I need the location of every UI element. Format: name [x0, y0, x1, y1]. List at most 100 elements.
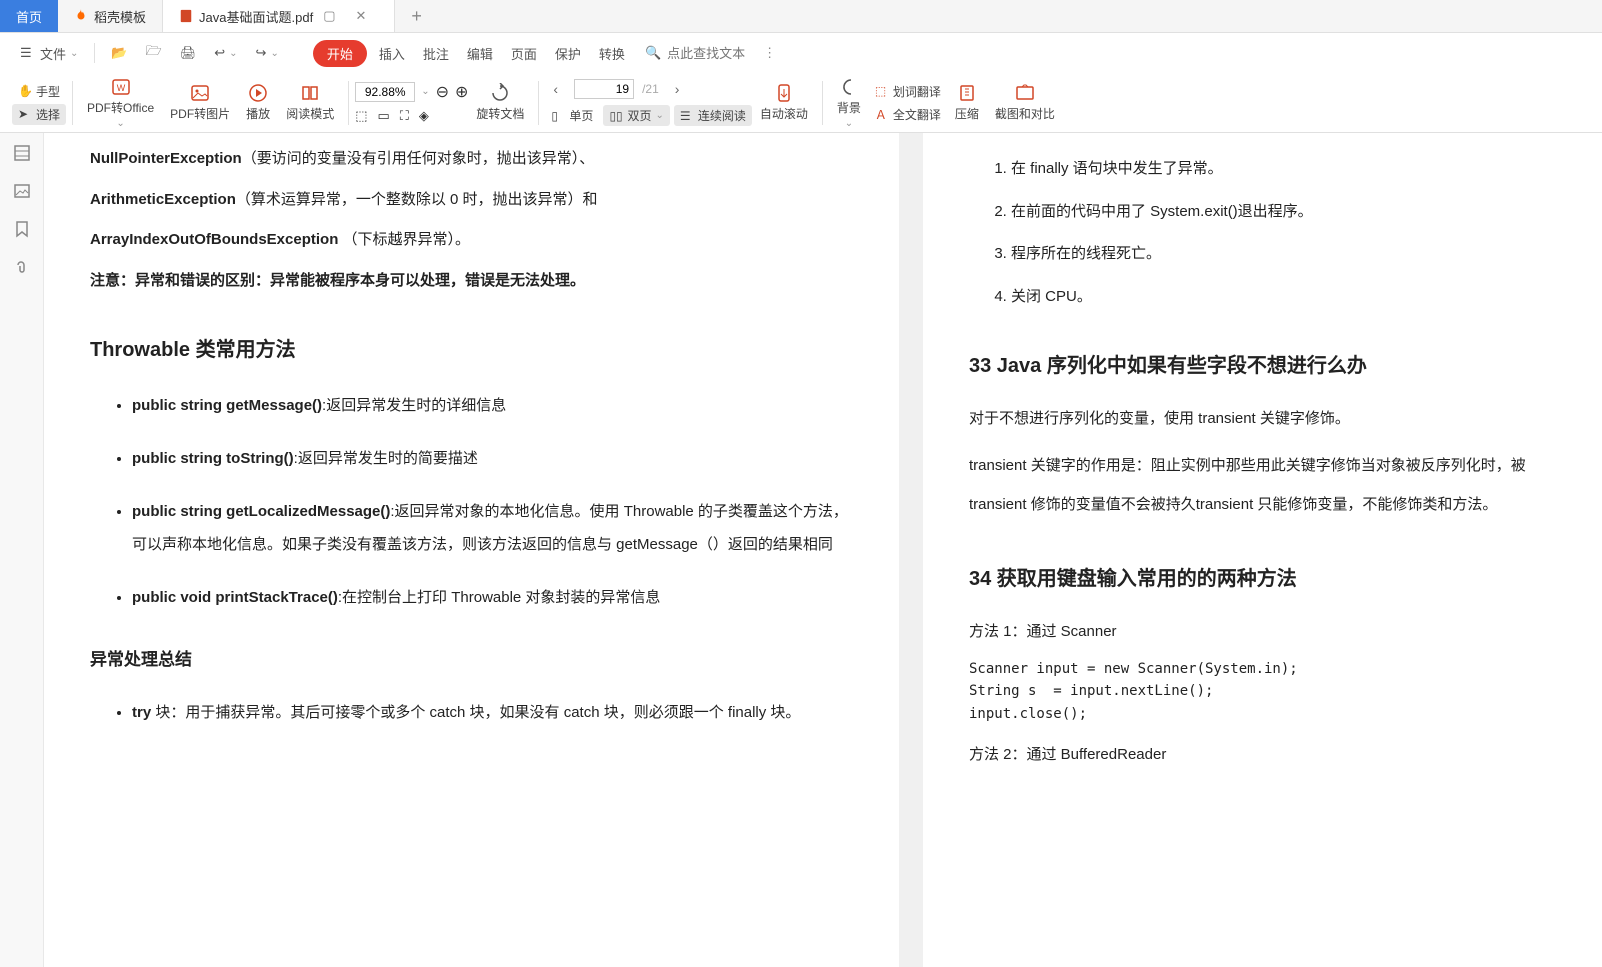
- forward-icon: ↪: [256, 45, 267, 61]
- search-more-icon[interactable]: ⋮: [763, 45, 776, 61]
- print-button[interactable]: 🖨: [174, 41, 203, 65]
- menu-comment[interactable]: 批注: [417, 40, 455, 67]
- chevron-down-icon: ⌄: [70, 48, 78, 59]
- zoom-group: ⌄ ⊖ ⊕ ⬚ ▭ ⛶ ◈: [355, 82, 468, 124]
- zoom-in-button[interactable]: ⊕: [455, 82, 468, 102]
- heading: 34 获取用键盘输入常用的的两种方法: [969, 560, 1577, 598]
- fullscreen-icon[interactable]: ⛶: [400, 108, 409, 124]
- word-trans-button[interactable]: ⬚划词翻译: [869, 81, 947, 102]
- page-input[interactable]: [574, 79, 634, 99]
- chevron-down-icon: ⌄: [655, 110, 663, 121]
- label: 双页: [627, 107, 651, 124]
- menu-convert[interactable]: 转换: [593, 40, 631, 67]
- search-icon[interactable]: 🔍: [645, 45, 661, 61]
- tab-bar: 首页 稻壳模板 Java基础面试题.pdf ▢ ✕ +: [0, 0, 1602, 33]
- fire-icon: [74, 9, 88, 23]
- text: （要访问的变量没有引用任何对象时，抛出该异常）、: [242, 150, 595, 167]
- bookmark-icon[interactable]: [12, 219, 32, 239]
- continuous-button[interactable]: ☰连续阅读: [674, 105, 752, 126]
- menu-edit[interactable]: 编辑: [461, 40, 499, 67]
- translate-group: ⬚划词翻译 Ａ全文翻译: [869, 81, 947, 125]
- code-line: input.close();: [969, 706, 1087, 722]
- float-icon[interactable]: ▢: [319, 4, 339, 28]
- full-trans-button[interactable]: Ａ全文翻译: [869, 104, 947, 125]
- select-tool[interactable]: ➤选择: [12, 104, 66, 125]
- label: 播放: [246, 105, 270, 122]
- tab-label: Java基础面试题.pdf: [199, 7, 313, 26]
- tab-home[interactable]: 首页: [0, 0, 58, 32]
- label: 背景: [837, 99, 861, 116]
- tab-active[interactable]: Java基础面试题.pdf ▢ ✕: [163, 0, 395, 32]
- list-item: try 块：用于捕获异常。其后可接零个或多个 catch 块，如果没有 catc…: [132, 696, 853, 729]
- screenshot-button[interactable]: 截图和对比: [987, 79, 1063, 126]
- document-view[interactable]: NullPointerException（要访问的变量没有引用任何对象时，抛出该…: [44, 133, 1602, 967]
- close-icon[interactable]: ✕: [351, 4, 370, 28]
- translate-icon: ⬚: [875, 84, 889, 98]
- code-block: Scanner input = new Scanner(System.in); …: [969, 658, 1577, 725]
- image-icon: [190, 83, 210, 103]
- hand-tool[interactable]: ✋手型: [12, 81, 66, 102]
- search-input[interactable]: [667, 46, 757, 61]
- text: public string getMessage(): [132, 397, 322, 414]
- compress-button[interactable]: 压缩: [947, 79, 987, 126]
- menu-insert[interactable]: 插入: [373, 40, 411, 67]
- separator: [72, 81, 73, 125]
- thumbnail-icon[interactable]: [12, 143, 32, 163]
- fit-width-icon[interactable]: ⬚: [355, 108, 367, 124]
- image-panel-icon[interactable]: [12, 181, 32, 201]
- separator: [538, 81, 539, 125]
- attachment-icon[interactable]: [12, 257, 32, 277]
- text: public string getLocalizedMessage(): [132, 503, 390, 520]
- separator: [348, 81, 349, 125]
- file-label: 文件: [40, 44, 66, 63]
- tab-add-button[interactable]: +: [395, 0, 438, 32]
- menu-protect[interactable]: 保护: [549, 40, 587, 67]
- text: ArrayIndexOutOfBoundsException: [90, 231, 343, 248]
- double-page-button[interactable]: ▯▯双页⌄: [603, 105, 669, 126]
- single-page-button[interactable]: ▯单页: [545, 105, 599, 126]
- menu-page[interactable]: 页面: [505, 40, 543, 67]
- list-item: public string getLocalizedMessage():返回异常…: [132, 495, 853, 561]
- open-button[interactable]: 📂: [105, 41, 133, 65]
- page-total: /21: [642, 82, 659, 96]
- menu-button[interactable]: ☰文件 ⌄: [14, 40, 84, 67]
- chevron-down-icon: ⌄: [229, 48, 237, 59]
- cursor-icon: ➤: [18, 107, 32, 121]
- svg-text:W: W: [116, 83, 125, 93]
- text: （算术运算异常，一个整数除以 0 时，抛出该异常）和: [236, 191, 598, 208]
- tab-docke[interactable]: 稻壳模板: [58, 0, 163, 32]
- label: PDF转Office: [87, 99, 154, 116]
- fit-page-icon[interactable]: ▭: [378, 108, 390, 124]
- rotate-button[interactable]: 旋转文档: [468, 79, 532, 126]
- zoom-input[interactable]: [355, 82, 415, 102]
- read-mode-button[interactable]: 阅读模式: [278, 79, 342, 126]
- text: public void printStackTrace(): [132, 589, 338, 606]
- pdf-office-button[interactable]: WPDF转Office⌄: [79, 73, 162, 133]
- chevron-down-icon[interactable]: ⌄: [421, 86, 429, 97]
- back-button[interactable]: ↩⌄: [208, 41, 243, 65]
- forward-button[interactable]: ↪⌄: [250, 41, 285, 65]
- pdf-img-button[interactable]: PDF转图片: [162, 79, 238, 126]
- text: :返回异常发生时的简要描述: [294, 450, 478, 467]
- list-item: 程序所在的线程死亡。: [1011, 240, 1577, 269]
- text: 注意：异常和错误的区别：异常能被程序本身可以处理，错误是无法处理。: [90, 267, 853, 296]
- zoom-out-button[interactable]: ⊖: [436, 82, 449, 102]
- next-page-button[interactable]: ›: [667, 79, 688, 99]
- browse-button[interactable]: 🗁: [140, 38, 168, 68]
- method-list: public string getMessage():返回异常发生时的详细信息 …: [90, 389, 853, 614]
- separator: [94, 43, 95, 63]
- prev-page-button[interactable]: ‹: [545, 79, 566, 99]
- play-icon: [248, 83, 268, 103]
- moon-icon: [839, 77, 859, 97]
- auto-scroll-button[interactable]: 自动滚动: [752, 79, 816, 126]
- finally-list: 在 finally 语句块中发生了异常。 在前面的代码中用了 System.ex…: [969, 155, 1577, 311]
- label: 全文翻译: [893, 106, 941, 123]
- menu-start[interactable]: 开始: [313, 40, 367, 67]
- screenshot-icon: [1015, 83, 1035, 103]
- menu-icon: ☰: [20, 45, 36, 61]
- text: transient 关键字的作用是：阻止实例中那些用此关键字修饰当对象被反序列化…: [969, 446, 1577, 524]
- play-button[interactable]: 播放: [238, 79, 278, 126]
- actual-size-icon[interactable]: ◈: [419, 108, 429, 124]
- bg-button[interactable]: 背景⌄: [829, 73, 869, 133]
- label: 手型: [36, 83, 60, 100]
